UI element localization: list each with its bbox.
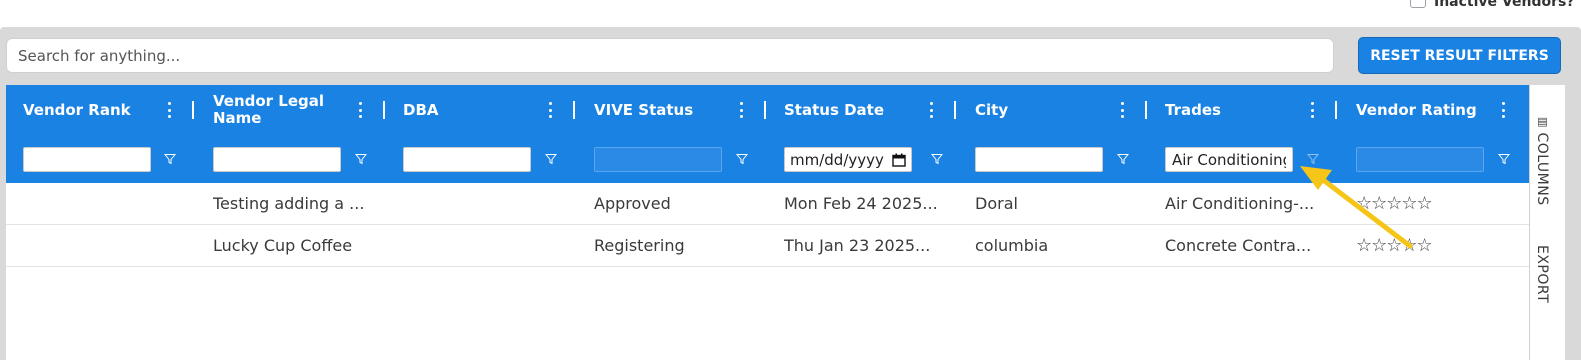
filter-cell-vendor-rating <box>1339 135 1529 183</box>
grid-right-gutter <box>1565 85 1581 360</box>
inactive-vendors-checkbox[interactable] <box>1410 0 1426 8</box>
grid-filter-row: mm/dd/yyyy <box>6 135 1529 183</box>
search-input[interactable] <box>6 38 1334 73</box>
inactive-vendors-label: Inactive Vendors? <box>1434 0 1575 10</box>
filter-cell-dba <box>386 135 576 183</box>
column-menu-icon[interactable] <box>1309 102 1315 118</box>
filter-input-vendor-rank[interactable] <box>23 147 151 172</box>
cell-vendor-rank <box>23 183 188 224</box>
column-menu-icon[interactable] <box>547 102 553 118</box>
columns-tab[interactable]: ▤ COLUMNS <box>1534 115 1550 206</box>
column-menu-icon[interactable] <box>166 102 172 118</box>
cell-trades: Air Conditioning-... <box>1165 194 1315 213</box>
export-tab-label: EXPORT <box>1534 245 1550 304</box>
filter-icon[interactable] <box>1117 153 1129 165</box>
column-menu-icon[interactable] <box>1119 102 1125 118</box>
cell-status-date: Mon Feb 24 2025... <box>784 194 938 213</box>
column-menu-icon[interactable] <box>357 102 363 118</box>
cell-status-date: Thu Jan 23 2025... <box>784 236 931 255</box>
grid-header: Vendor Rank Vendor Legal Name DBA VIVE S… <box>6 85 1529 135</box>
column-header-vive-status[interactable]: VIVE Status <box>577 85 767 135</box>
column-label: VIVE Status <box>594 100 694 119</box>
column-header-dba[interactable]: DBA <box>386 85 576 135</box>
column-resize-handle[interactable] <box>1145 101 1147 119</box>
vendor-grid: Vendor Rank Vendor Legal Name DBA VIVE S… <box>6 85 1529 360</box>
column-label: Status Date <box>784 100 885 119</box>
column-header-vendor-rating[interactable]: Vendor Rating <box>1339 85 1529 135</box>
column-resize-handle[interactable] <box>192 101 194 119</box>
grid-side-bar: ▤ COLUMNS EXPORT <box>1529 85 1565 360</box>
column-menu-icon[interactable] <box>738 102 744 118</box>
cell-dba <box>403 225 573 266</box>
column-header-vendor-rank[interactable]: Vendor Rank <box>6 85 196 135</box>
filter-cell-vendor-legal-name <box>196 135 386 183</box>
filter-input-dba[interactable] <box>403 147 531 172</box>
filter-icon[interactable] <box>931 153 943 165</box>
date-placeholder: mm/dd/yyyy <box>790 150 884 169</box>
column-header-status-date[interactable]: Status Date <box>767 85 957 135</box>
top-bar: Inactive Vendors? <box>0 0 1581 27</box>
cell-vive-status: Registering <box>594 236 685 255</box>
cell-trades: Concrete Contra... <box>1165 236 1312 255</box>
cell-city: Doral <box>975 194 1018 213</box>
filter-cell-city <box>958 135 1148 183</box>
column-resize-handle[interactable] <box>1335 101 1337 119</box>
filter-input-status-date[interactable]: mm/dd/yyyy <box>784 147 912 172</box>
cell-vendor-rank <box>23 225 188 266</box>
filter-icon[interactable] <box>736 153 748 165</box>
column-resize-handle[interactable] <box>764 101 766 119</box>
filter-icon[interactable] <box>164 153 176 165</box>
table-row[interactable]: Lucky Cup Coffee Registering Thu Jan 23 … <box>6 225 1529 267</box>
filter-cell-vive-status <box>577 135 767 183</box>
cell-vendor-legal-name: Lucky Cup Coffee <box>213 236 353 255</box>
filter-icon[interactable] <box>1307 153 1319 165</box>
column-header-trades[interactable]: Trades <box>1148 85 1338 135</box>
filter-icon[interactable] <box>545 153 557 165</box>
filter-input-vendor-legal-name[interactable] <box>213 147 341 172</box>
column-label: City <box>975 100 1009 119</box>
column-resize-handle[interactable] <box>383 101 385 119</box>
filter-input-vendor-rating <box>1356 147 1484 172</box>
filter-input-city[interactable] <box>975 147 1103 172</box>
column-label: Trades <box>1165 100 1221 119</box>
columns-tab-label: COLUMNS <box>1534 132 1550 206</box>
filter-cell-trades <box>1148 135 1338 183</box>
filter-cell-vendor-rank <box>6 135 196 183</box>
cell-city: columbia <box>975 236 1049 255</box>
column-resize-handle[interactable] <box>954 101 956 119</box>
cell-vendor-rating-stars[interactable]: ☆☆☆☆☆ <box>1356 183 1433 224</box>
column-resize-handle[interactable] <box>573 101 575 119</box>
table-row[interactable]: Testing adding a ... Approved Mon Feb 24… <box>6 183 1529 225</box>
cell-vendor-legal-name: Testing adding a ... <box>213 194 365 213</box>
reset-result-filters-button[interactable]: RESET RESULT FILTERS <box>1358 37 1561 74</box>
filter-icon[interactable] <box>1498 153 1510 165</box>
filter-icon[interactable] <box>355 153 367 165</box>
column-menu-icon[interactable] <box>1500 102 1506 118</box>
filter-input-vive-status <box>594 147 722 172</box>
vendor-grid-page: Inactive Vendors? RESET RESULT FILTERS V… <box>0 0 1581 360</box>
column-header-city[interactable]: City <box>958 85 1148 135</box>
column-label: Vendor Legal Name <box>213 92 325 127</box>
cell-vendor-rating-stars[interactable]: ☆☆☆☆☆ <box>1356 225 1433 266</box>
export-tab[interactable]: EXPORT <box>1534 245 1550 303</box>
filter-input-trades[interactable] <box>1165 147 1293 172</box>
columns-icon: ▤ <box>1536 115 1549 133</box>
cell-dba <box>403 183 573 224</box>
column-header-vendor-legal-name[interactable]: Vendor Legal Name <box>196 85 386 135</box>
column-menu-icon[interactable] <box>928 102 934 118</box>
calendar-icon[interactable] <box>892 153 906 167</box>
filter-cell-status-date: mm/dd/yyyy <box>767 135 957 183</box>
column-label: DBA <box>403 100 439 119</box>
cell-vive-status: Approved <box>594 194 671 213</box>
column-label: Vendor Rating <box>1356 100 1477 119</box>
column-label: Vendor Rank <box>23 100 131 119</box>
